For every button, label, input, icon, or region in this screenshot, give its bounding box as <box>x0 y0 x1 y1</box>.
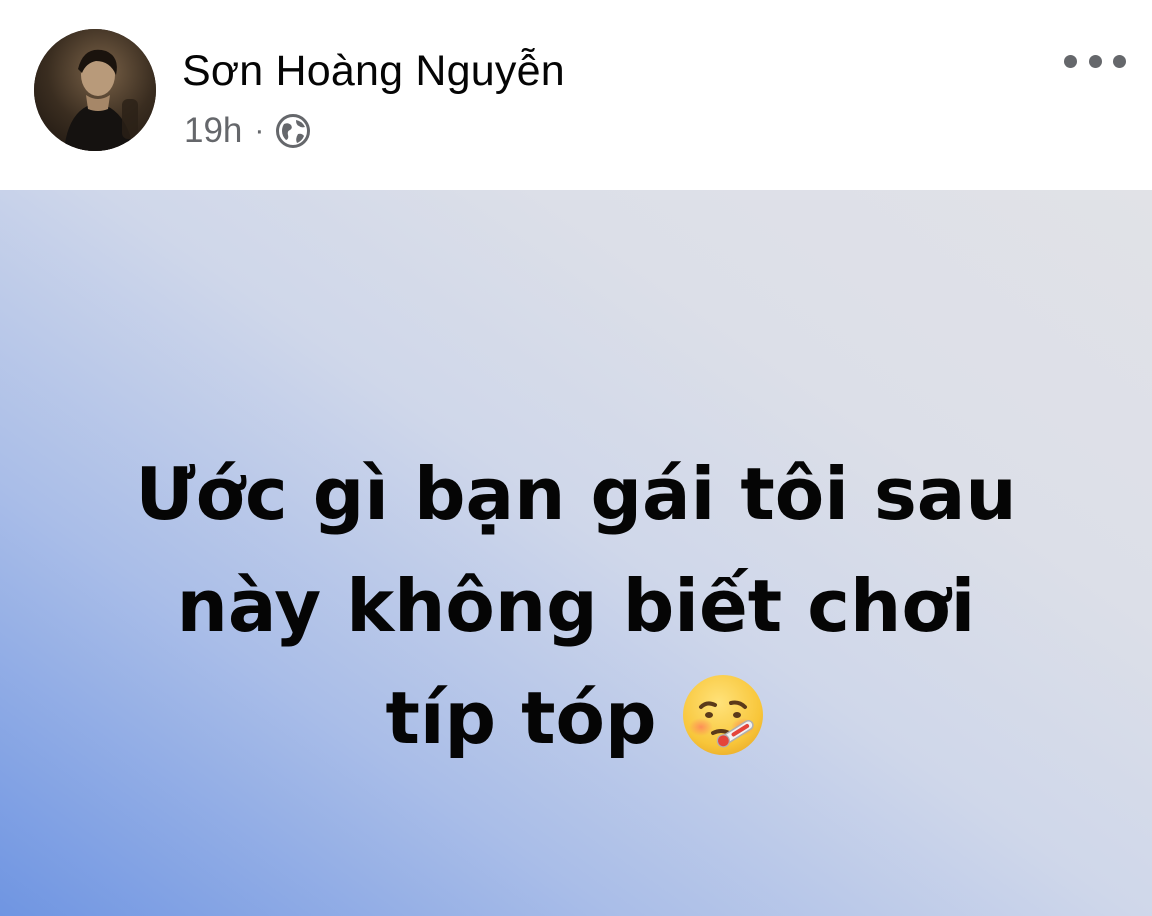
post-meta: 19h · <box>184 108 312 154</box>
author-name[interactable]: Sơn Hoàng Nguyễn <box>182 44 565 98</box>
globe-icon[interactable] <box>274 112 312 150</box>
avatar[interactable] <box>34 29 156 151</box>
post-text-line: này không biết chơi <box>176 564 976 648</box>
post-background: Ước gì bạn gái tôi sau này không biết ch… <box>0 190 1152 916</box>
post-text-line: típ tóp <box>385 676 657 760</box>
face-with-thermometer-icon <box>679 671 767 759</box>
post-header: Sơn Hoàng Nguyễn 19h · <box>0 0 1152 190</box>
meta-separator: · <box>254 114 265 147</box>
post-text-line: Ước gì bạn gái tôi sau <box>135 452 1017 536</box>
more-options-button[interactable] <box>1064 46 1126 76</box>
post-timestamp[interactable]: 19h <box>184 111 242 151</box>
post-text-line-last: típ tóp <box>60 662 1092 774</box>
post-text: Ước gì bạn gái tôi sau này không biết ch… <box>60 438 1092 774</box>
more-options-icon <box>1064 54 1077 68</box>
